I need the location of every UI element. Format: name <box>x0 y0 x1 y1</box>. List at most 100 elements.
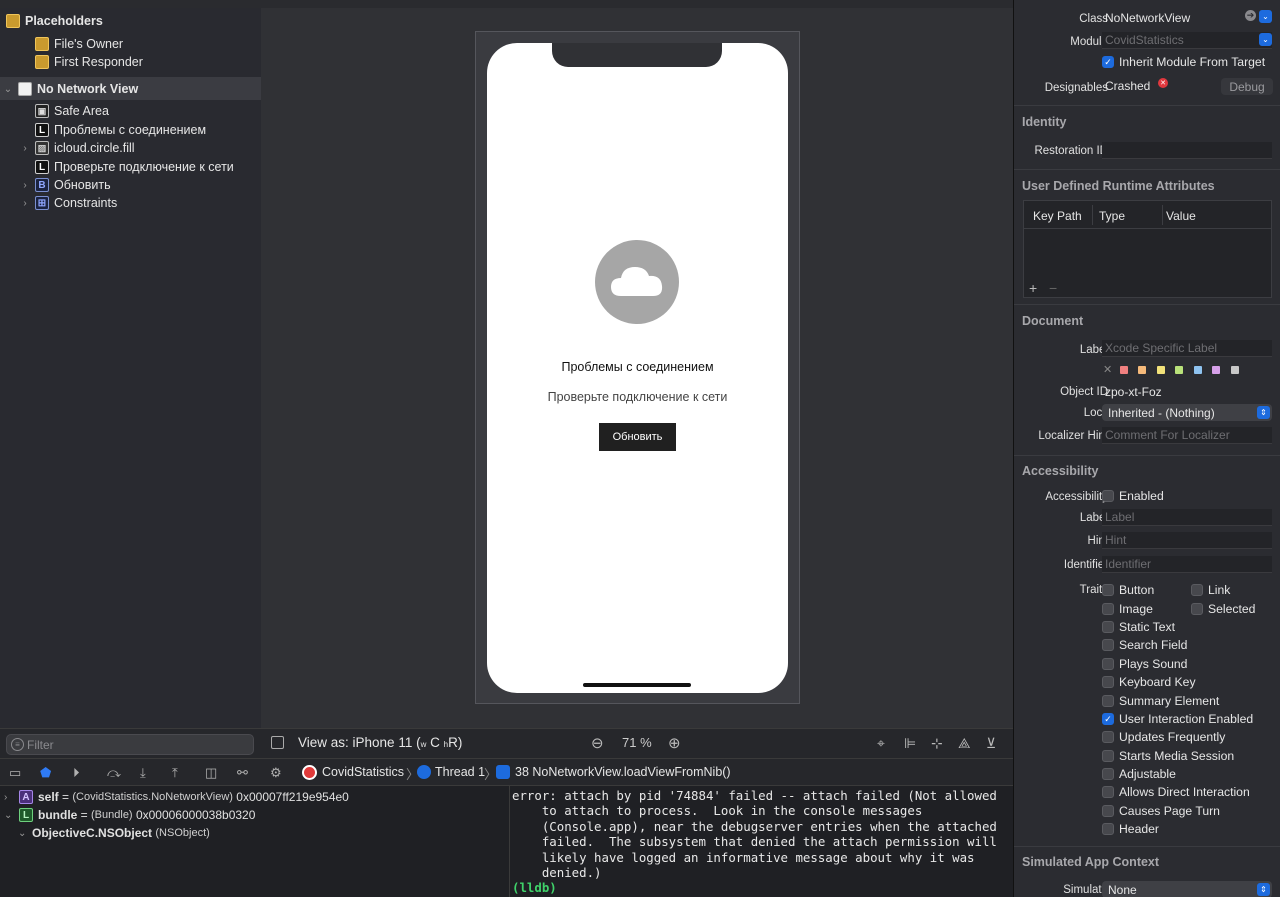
column-value[interactable]: Value <box>1166 209 1196 223</box>
trait-updates-frequently-checkbox[interactable]: Updates Frequently <box>1102 730 1225 744</box>
filter-input[interactable]: ≡ Filter <box>6 734 254 755</box>
trait-button-checkbox[interactable]: Button <box>1102 583 1154 597</box>
embed-in-icon[interactable]: ⊻ <box>986 735 996 752</box>
debug-target[interactable]: CovidStatistics <box>322 765 404 779</box>
color-swatch-orange[interactable] <box>1138 366 1146 374</box>
sidebar-toggle-icon[interactable] <box>271 736 284 749</box>
debug-frame[interactable]: 38 NoNetworkView.loadViewFromNib() <box>515 765 731 779</box>
module-field[interactable]: CovidStatistics ⌄ <box>1102 32 1272 49</box>
subtitle-label[interactable]: Проверьте подключение к сети <box>487 390 788 404</box>
continue-icon[interactable]: ⏵ <box>73 765 80 781</box>
outline-item-no-network-view[interactable]: ⌄ No Network View <box>2 80 138 98</box>
localizer-hint-field[interactable]: Comment For Localizer <box>1102 427 1272 444</box>
inherit-module-checkbox[interactable]: ✓ Inherit Module From Target <box>1102 55 1265 69</box>
simulate-popup[interactable]: None ⇕ <box>1102 881 1272 897</box>
outline-item-safe-area[interactable]: ▣ Safe Area <box>35 102 109 120</box>
trait-summary-element-checkbox[interactable]: Summary Element <box>1102 694 1219 708</box>
remove-attribute-icon[interactable]: − <box>1049 280 1057 296</box>
column-type[interactable]: Type <box>1099 209 1125 223</box>
doc-label-field[interactable]: Xcode Specific Label <box>1102 340 1272 357</box>
chevron-down-icon[interactable]: ⌄ <box>1259 33 1272 46</box>
zoom-out-icon[interactable]: ⊖ <box>591 734 604 752</box>
error-icon[interactable]: ✕ <box>1158 78 1168 88</box>
refresh-button[interactable]: Обновить <box>599 423 676 451</box>
variable-row[interactable]: › A self = (CovidStatistics.NoNetworkVie… <box>4 788 349 806</box>
chevron-down-icon[interactable]: ⌄ <box>4 810 16 821</box>
add-attribute-icon[interactable]: + <box>1029 280 1037 296</box>
trait-static-text-checkbox[interactable]: Static Text <box>1102 620 1175 634</box>
step-out-icon[interactable]: ⤒ <box>172 765 178 781</box>
trait-keyboard-key-checkbox[interactable]: Keyboard Key <box>1102 675 1196 689</box>
trait-plays-sound-checkbox[interactable]: Plays Sound <box>1102 657 1187 671</box>
lock-popup[interactable]: Inherited - (Nothing) ⇕ <box>1102 404 1272 421</box>
color-swatch-gray[interactable] <box>1231 366 1239 374</box>
lldb-prompt[interactable]: (lldb) <box>512 880 1013 895</box>
runtime-attributes-table[interactable]: Key Path Type Value + − <box>1023 200 1272 298</box>
outline-item-constraints[interactable]: › ⊞ Constraints <box>19 194 117 212</box>
update-frames-icon[interactable]: ⌖ <box>877 735 885 752</box>
add-constraints-icon[interactable]: ⊹ <box>931 735 943 752</box>
chevron-right-icon[interactable]: › <box>19 198 31 209</box>
chevron-right-icon[interactable]: › <box>19 180 31 191</box>
device-preview[interactable]: Проблемы с соединением Проверьте подключ… <box>487 43 788 693</box>
zoom-level[interactable]: 71 % <box>622 735 652 750</box>
chevron-down-icon[interactable]: ⌄ <box>1259 10 1272 23</box>
color-swatch-green[interactable] <box>1175 366 1183 374</box>
variable-type: (Bundle) <box>91 809 133 821</box>
step-into-icon[interactable]: ⤓ <box>140 765 146 781</box>
step-over-icon[interactable]: ⤼ <box>107 765 121 781</box>
chevron-down-icon[interactable]: ⌄ <box>18 828 32 839</box>
trait-search-field-checkbox[interactable]: Search Field <box>1102 638 1187 652</box>
outline-item-title-label[interactable]: L Проблемы с соединением <box>35 121 206 139</box>
clear-color-icon[interactable]: ✕ <box>1103 363 1112 376</box>
trait-adjustable-checkbox[interactable]: Adjustable <box>1102 767 1176 781</box>
align-icon[interactable]: ⊫ <box>904 735 916 752</box>
identifier-field[interactable]: Identifier <box>1102 556 1272 573</box>
memory-graph-icon[interactable]: ⚯ <box>237 765 248 781</box>
color-swatch-blue[interactable] <box>1194 366 1202 374</box>
restoration-id-field[interactable] <box>1102 142 1272 159</box>
environment-overrides-icon[interactable]: ⚙ <box>270 765 282 781</box>
outline-item-subtitle-label[interactable]: L Проверьте подключение к сети <box>35 158 234 176</box>
chevron-right-icon[interactable]: › <box>19 143 31 154</box>
trait-link-checkbox[interactable]: Link <box>1191 583 1230 597</box>
trait-allows-direct-interaction-checkbox[interactable]: Allows Direct Interaction <box>1102 785 1250 799</box>
view-hierarchy-icon[interactable]: ◫ <box>205 765 217 781</box>
color-swatch-red[interactable] <box>1120 366 1128 374</box>
chevron-right-icon[interactable]: › <box>4 792 16 803</box>
column-key-path[interactable]: Key Path <box>1033 209 1082 223</box>
trait-selected-checkbox[interactable]: Selected <box>1191 602 1255 616</box>
icloud-icon[interactable] <box>595 240 679 324</box>
outline-item-refresh-button[interactable]: › B Обновить <box>19 176 111 194</box>
outline-item-placeholders[interactable]: Placeholders <box>6 12 103 30</box>
title-label[interactable]: Проблемы с соединением <box>487 360 788 374</box>
variable-row[interactable]: ⌄ L bundle = (Bundle) 0x00006000038b0320 <box>4 806 255 824</box>
zoom-in-icon[interactable]: ⊕ <box>668 734 681 752</box>
acc-label-field[interactable]: Label <box>1102 509 1272 526</box>
color-swatch-yellow[interactable] <box>1157 366 1165 374</box>
console-output[interactable]: error: attach by pid '74884' failed -- a… <box>509 786 1013 897</box>
debug-thread[interactable]: Thread 1 <box>435 765 485 779</box>
trait-causes-page-turn-checkbox[interactable]: Causes Page Turn <box>1102 804 1220 818</box>
resolve-issues-icon[interactable]: ⟁ <box>958 735 971 752</box>
divider <box>1014 105 1280 106</box>
hide-debug-area-icon[interactable]: ▭ <box>9 765 21 781</box>
trait-user-interaction-checkbox[interactable]: ✓ User Interaction Enabled <box>1102 712 1253 726</box>
trait-header-checkbox[interactable]: Header <box>1102 822 1159 836</box>
breakpoints-icon[interactable]: ⬟ <box>40 765 51 781</box>
chevron-down-icon[interactable]: ⌄ <box>2 84 14 95</box>
accessibility-enabled-checkbox[interactable]: Enabled <box>1102 489 1164 503</box>
outline-item-files-owner[interactable]: File's Owner <box>35 35 123 53</box>
view-as-device[interactable]: View as: iPhone 11 (w C hR) <box>298 735 462 750</box>
outline-item-icloud-image[interactable]: › ▨ icloud.circle.fill <box>19 139 135 157</box>
variable-row[interactable]: ⌄ ObjectiveC.NSObject (NSObject) <box>18 824 210 842</box>
outline-item-first-responder[interactable]: First Responder <box>35 53 143 71</box>
class-field[interactable]: NoNetworkView ➔ ⌄ <box>1102 9 1272 26</box>
hint-field[interactable]: Hint <box>1102 532 1272 549</box>
trait-image-checkbox[interactable]: Image <box>1102 602 1153 616</box>
trait-label: Header <box>1119 822 1159 836</box>
debug-button[interactable]: Debug <box>1221 78 1273 95</box>
go-to-class-icon[interactable]: ➔ <box>1245 10 1256 21</box>
color-swatch-purple[interactable] <box>1212 366 1220 374</box>
trait-starts-media-session-checkbox[interactable]: Starts Media Session <box>1102 749 1234 763</box>
